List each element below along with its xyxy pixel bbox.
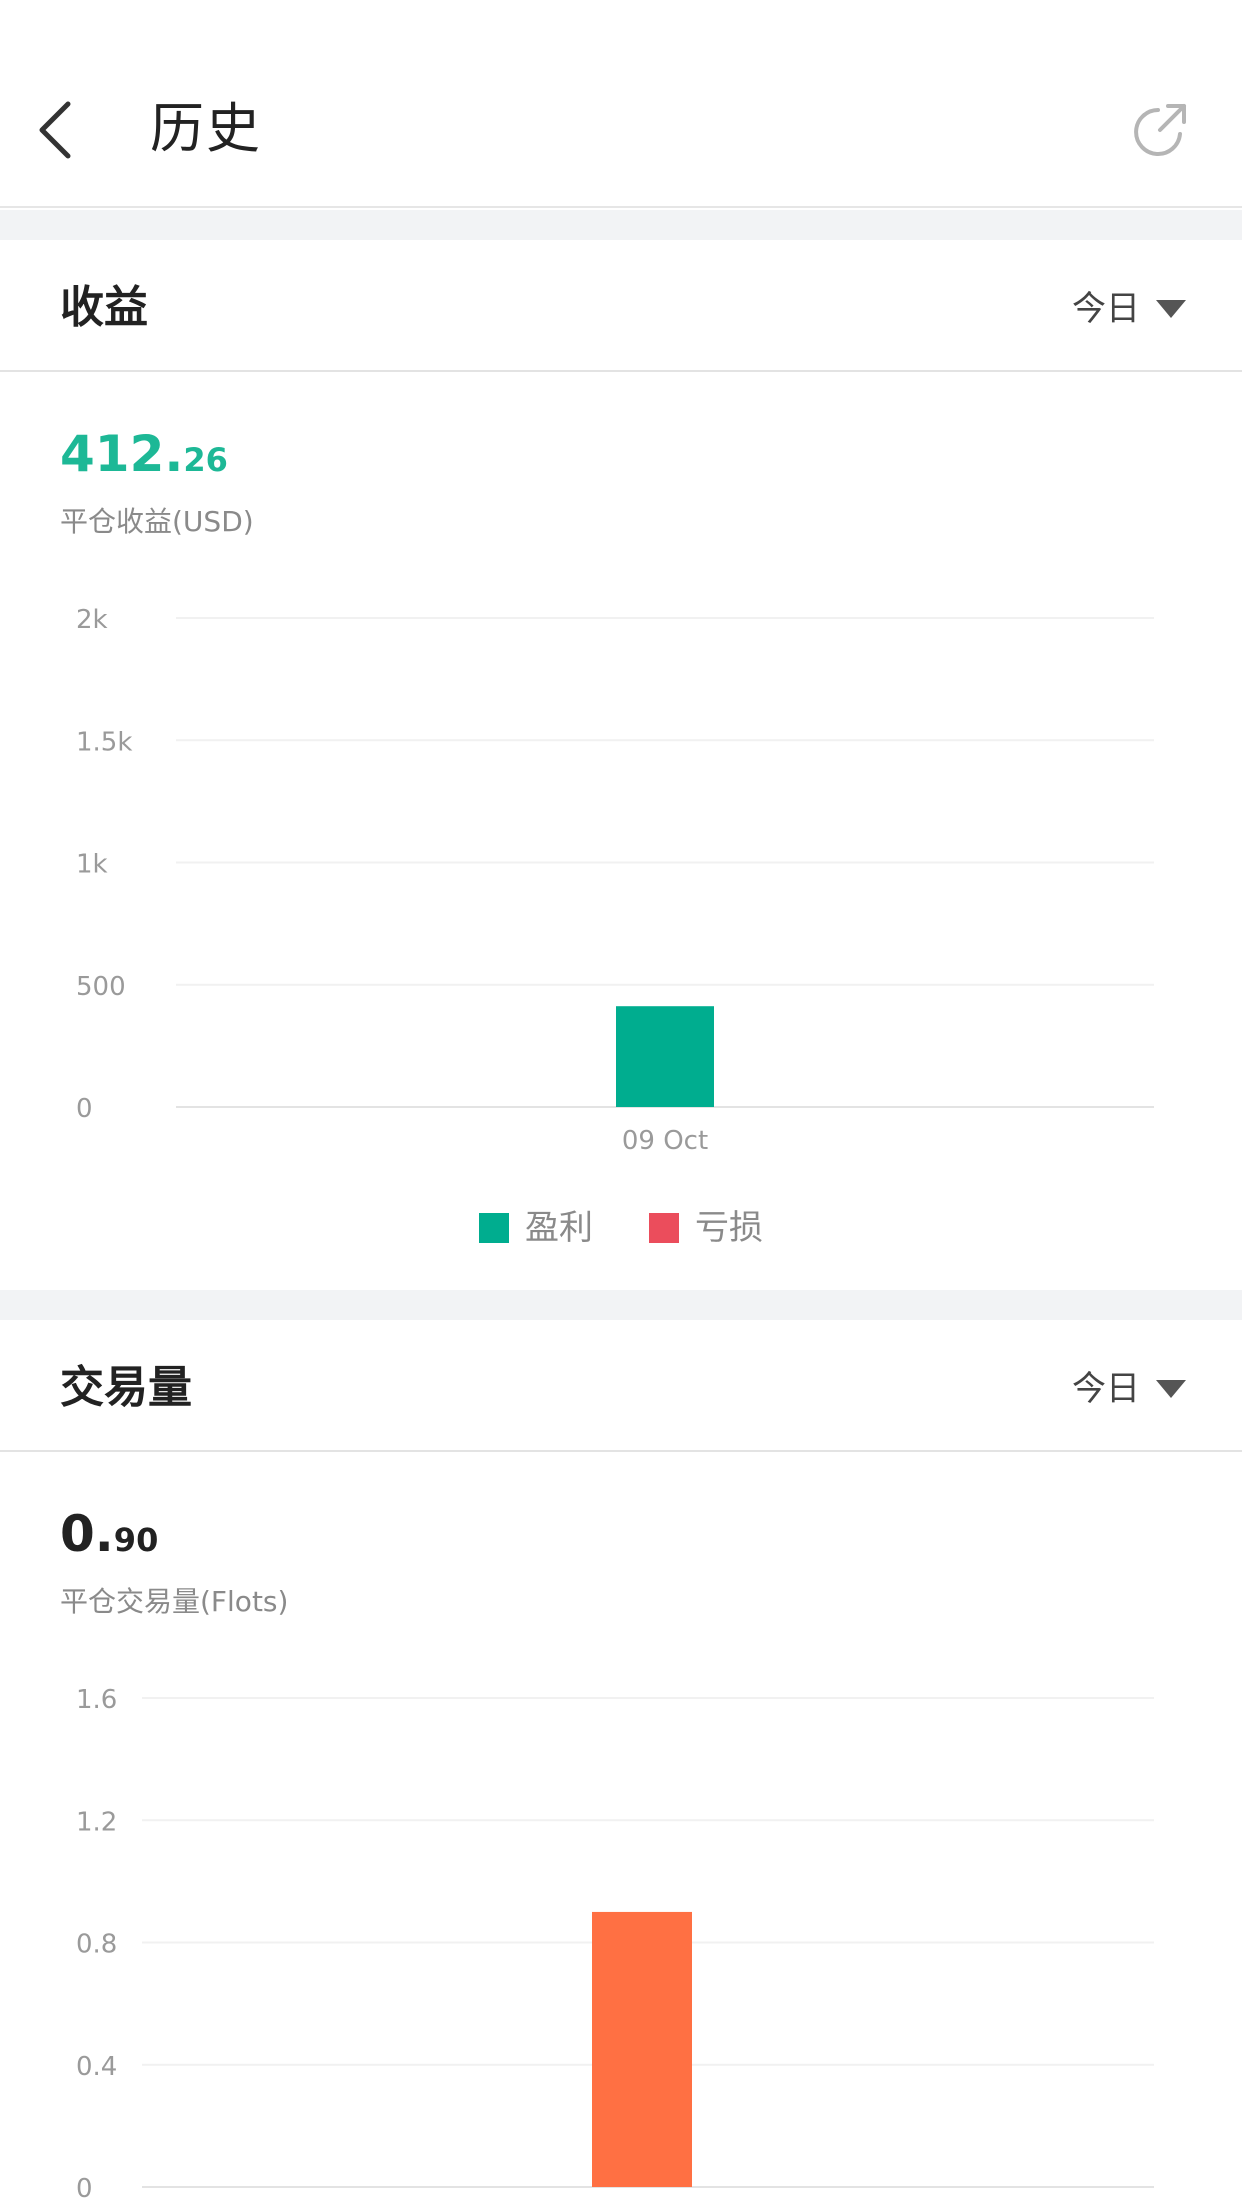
volume-value-decimal: 90: [113, 1521, 159, 1559]
y-tick-label: 0.4: [76, 2052, 117, 2082]
legend-item-profit: 盈利: [479, 1206, 593, 1250]
y-tick-label: 1.5k: [76, 727, 132, 757]
caret-down-icon: [1156, 300, 1186, 318]
back-button[interactable]: [28, 90, 88, 170]
profit-section-header: 收益 今日: [0, 240, 1242, 372]
profit-chart: 0 500 1k 1.5k 2k 09 Oct: [0, 590, 1242, 1170]
y-tick-label: 1.6: [76, 1685, 117, 1715]
volume-value-integer: 0.: [60, 1505, 114, 1563]
y-tick-label: 0.8: [76, 1930, 117, 1960]
legend-swatch-profit: [479, 1213, 509, 1243]
legend-swatch-loss: [649, 1213, 679, 1243]
volume-section-title: 交易量: [60, 1362, 192, 1413]
volume-section-header: 交易量 今日: [0, 1320, 1242, 1452]
chevron-left-icon: [39, 101, 71, 159]
top-app-bar: 历史: [0, 0, 1242, 208]
section-gap: [0, 1290, 1242, 1320]
legend-label-loss: 亏损: [695, 1208, 763, 1248]
profit-value-decimal: 26: [183, 441, 228, 479]
volume-chart: 00.40.81.21.609 Oct: [0, 1670, 1242, 2208]
x-tick-label: 09 Oct: [622, 1126, 708, 1156]
volume-total-value: 0.90: [60, 1504, 158, 1576]
share-button[interactable]: [1128, 98, 1192, 162]
profit-period-dropdown[interactable]: 今日: [1072, 284, 1186, 334]
profit-section-title: 收益: [60, 282, 148, 333]
profit-sub-label: 平仓收益(USD): [60, 505, 254, 538]
y-tick-label: 500: [76, 972, 126, 1002]
profit-chart-legend: 盈利 亏损: [0, 1206, 1242, 1250]
legend-label-profit: 盈利: [525, 1208, 593, 1248]
section-gap: [0, 210, 1242, 240]
volume-bar-chart: 00.40.81.21.609 Oct: [76, 1685, 1154, 2208]
y-tick-label: 2k: [76, 605, 108, 635]
history-page: 历史 收益 今日 412.26 平仓收益(USD) 0 500 1k 1.5k 2k 09…: [0, 0, 1242, 2208]
volume-period-dropdown[interactable]: 今日: [1072, 1364, 1186, 1414]
bar[interactable]: [616, 1006, 714, 1107]
y-tick-label: 1.2: [76, 1807, 117, 1837]
legend-item-loss: 亏损: [649, 1206, 763, 1250]
profit-total-value: 412.26: [60, 424, 228, 496]
y-tick-label: 1k: [76, 850, 108, 880]
caret-down-icon: [1156, 1380, 1186, 1398]
profit-bar-chart: 0 500 1k 1.5k 2k 09 Oct: [76, 605, 1154, 1156]
profit-period-label: 今日: [1072, 289, 1140, 329]
y-tick-label: 0: [76, 2174, 93, 2204]
share-arrow-icon: [1134, 104, 1186, 156]
bar[interactable]: [592, 1911, 692, 2187]
volume-sub-label: 平仓交易量(Flots): [60, 1585, 289, 1618]
profit-value-integer: 412.: [60, 425, 184, 483]
y-tick-label: 0: [76, 1094, 93, 1124]
volume-period-label: 今日: [1072, 1369, 1140, 1409]
page-title: 历史: [150, 97, 262, 160]
